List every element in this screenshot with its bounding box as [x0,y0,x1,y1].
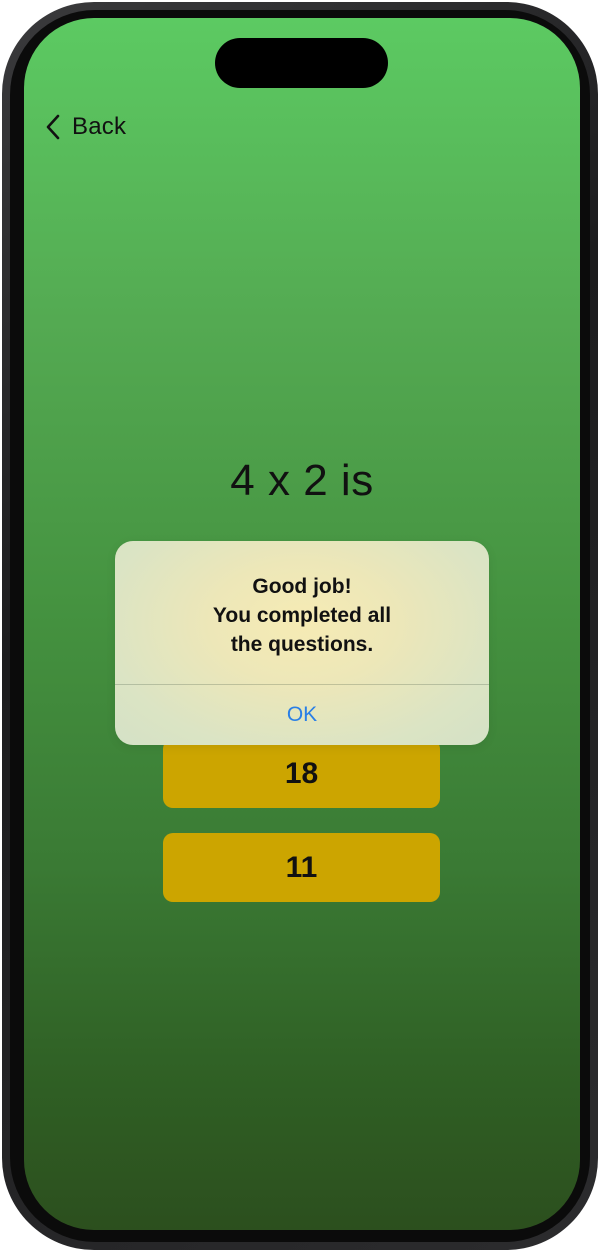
alert-message: Good job! You completed all the question… [115,541,489,684]
alert-title-line-1: Good job! [252,575,352,598]
back-button[interactable]: Back [44,110,126,144]
alert-ok-button[interactable]: OK [115,685,489,745]
alert-title-line-3: the questions. [230,633,374,656]
answer-button-2[interactable]: 18 [163,739,440,808]
completion-alert: Good job! You completed all the question… [115,541,489,745]
answer-button-3[interactable]: 11 [163,833,440,902]
question-text: 4 x 2 is [230,456,374,505]
chevron-left-icon [46,114,60,140]
app-screen: Back 4 x 2 is 8 18 11 Good job! You comp… [24,18,580,1230]
back-label: Back [72,113,127,140]
alert-title-line-2: You completed all [212,604,392,627]
dynamic-island [215,38,388,88]
